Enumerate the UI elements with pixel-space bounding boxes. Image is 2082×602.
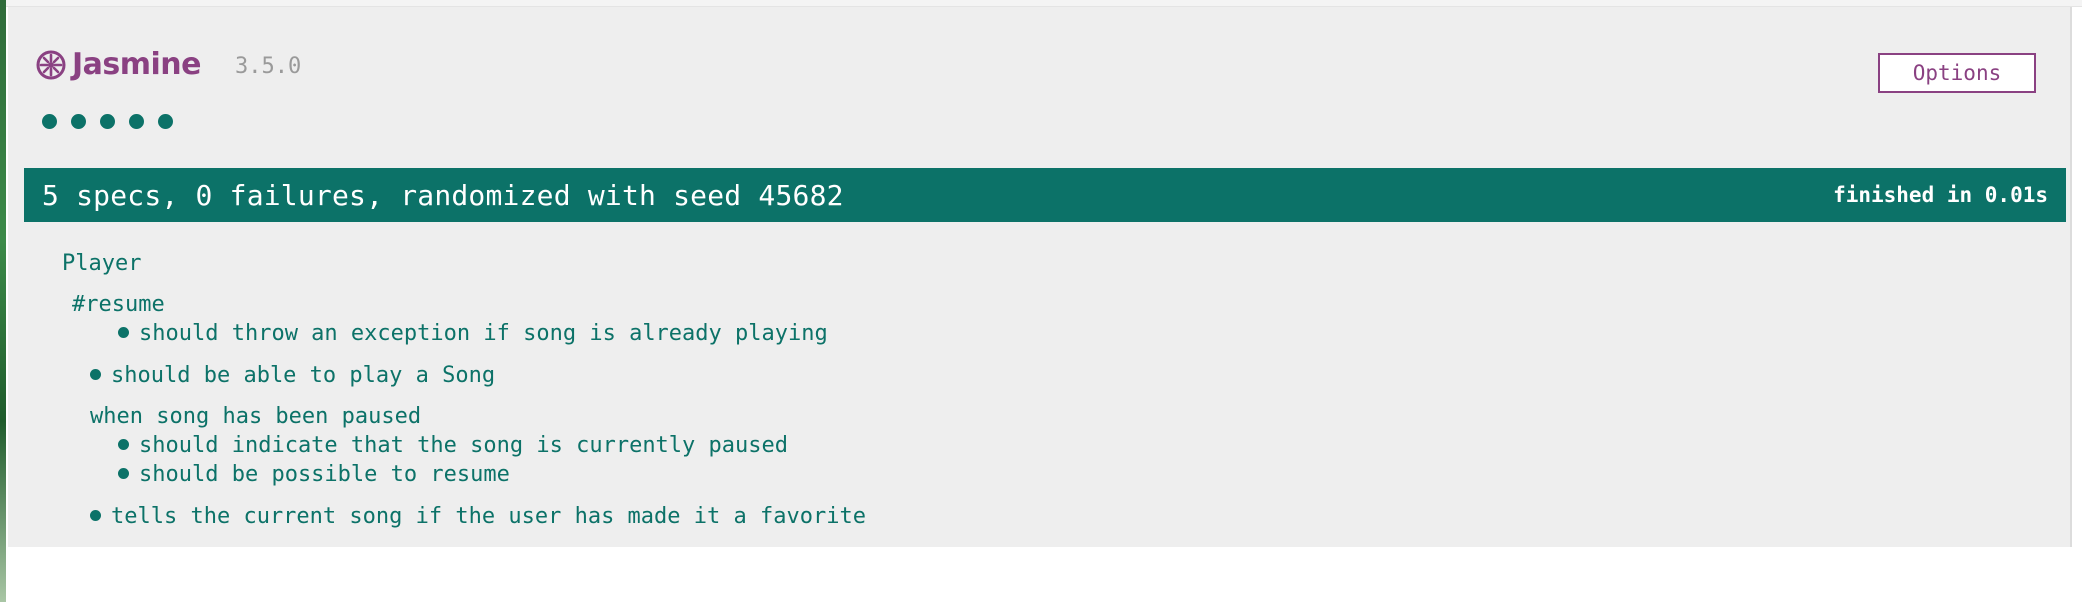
suite-group-name[interactable]: when song has been paused [90, 404, 421, 429]
spec-passed-bullet-icon [90, 510, 101, 521]
spec-link[interactable]: tells the current song if the user has m… [111, 504, 866, 529]
spec-item: should be possible to resume [118, 462, 510, 487]
spec-link[interactable]: should throw an exception if song is alr… [139, 321, 828, 346]
page-top-edge [6, 0, 2082, 7]
jasmine-flower-icon [36, 50, 66, 79]
spec-progress-dots [42, 114, 173, 129]
spec-link[interactable]: should be possible to resume [139, 462, 510, 487]
summary-bar: 5 specs, 0 failures, randomized with see… [24, 168, 2066, 222]
spec-link[interactable]: should indicate that the song is current… [139, 433, 788, 458]
jasmine-logo[interactable]: Jasmine [36, 47, 202, 82]
jasmine-reporter: Jasmine 3.5.0 Options 5 specs, 0 failure… [8, 7, 2072, 547]
spec-passed-bullet-icon [118, 439, 129, 450]
spec-passed-bullet-icon [90, 369, 101, 380]
spec-item: tells the current song if the user has m… [90, 504, 866, 529]
background-strip [0, 0, 6, 602]
spec-passed-dot[interactable] [100, 114, 115, 129]
suite-group-name[interactable]: #resume [72, 292, 165, 317]
spec-passed-dot[interactable] [42, 114, 57, 129]
spec-item: should indicate that the song is current… [118, 433, 788, 458]
version-label: 3.5.0 [235, 54, 302, 79]
spec-item: should throw an exception if song is alr… [118, 321, 828, 346]
duration-text: finished in 0.01s [1833, 183, 2048, 207]
spec-item: should be able to play a Song [90, 363, 495, 388]
suite-name[interactable]: Player [62, 251, 141, 276]
spec-passed-dot[interactable] [129, 114, 144, 129]
spec-passed-bullet-icon [118, 327, 129, 338]
spec-passed-dot[interactable] [71, 114, 86, 129]
summary-text: 5 specs, 0 failures, randomized with see… [42, 178, 844, 212]
logo-text: Jasmine [72, 47, 202, 82]
spec-passed-bullet-icon [118, 468, 129, 479]
options-button[interactable]: Options [1878, 53, 2036, 93]
banner: Jasmine 3.5.0 [36, 47, 301, 82]
spec-link[interactable]: should be able to play a Song [111, 363, 495, 388]
spec-passed-dot[interactable] [158, 114, 173, 129]
